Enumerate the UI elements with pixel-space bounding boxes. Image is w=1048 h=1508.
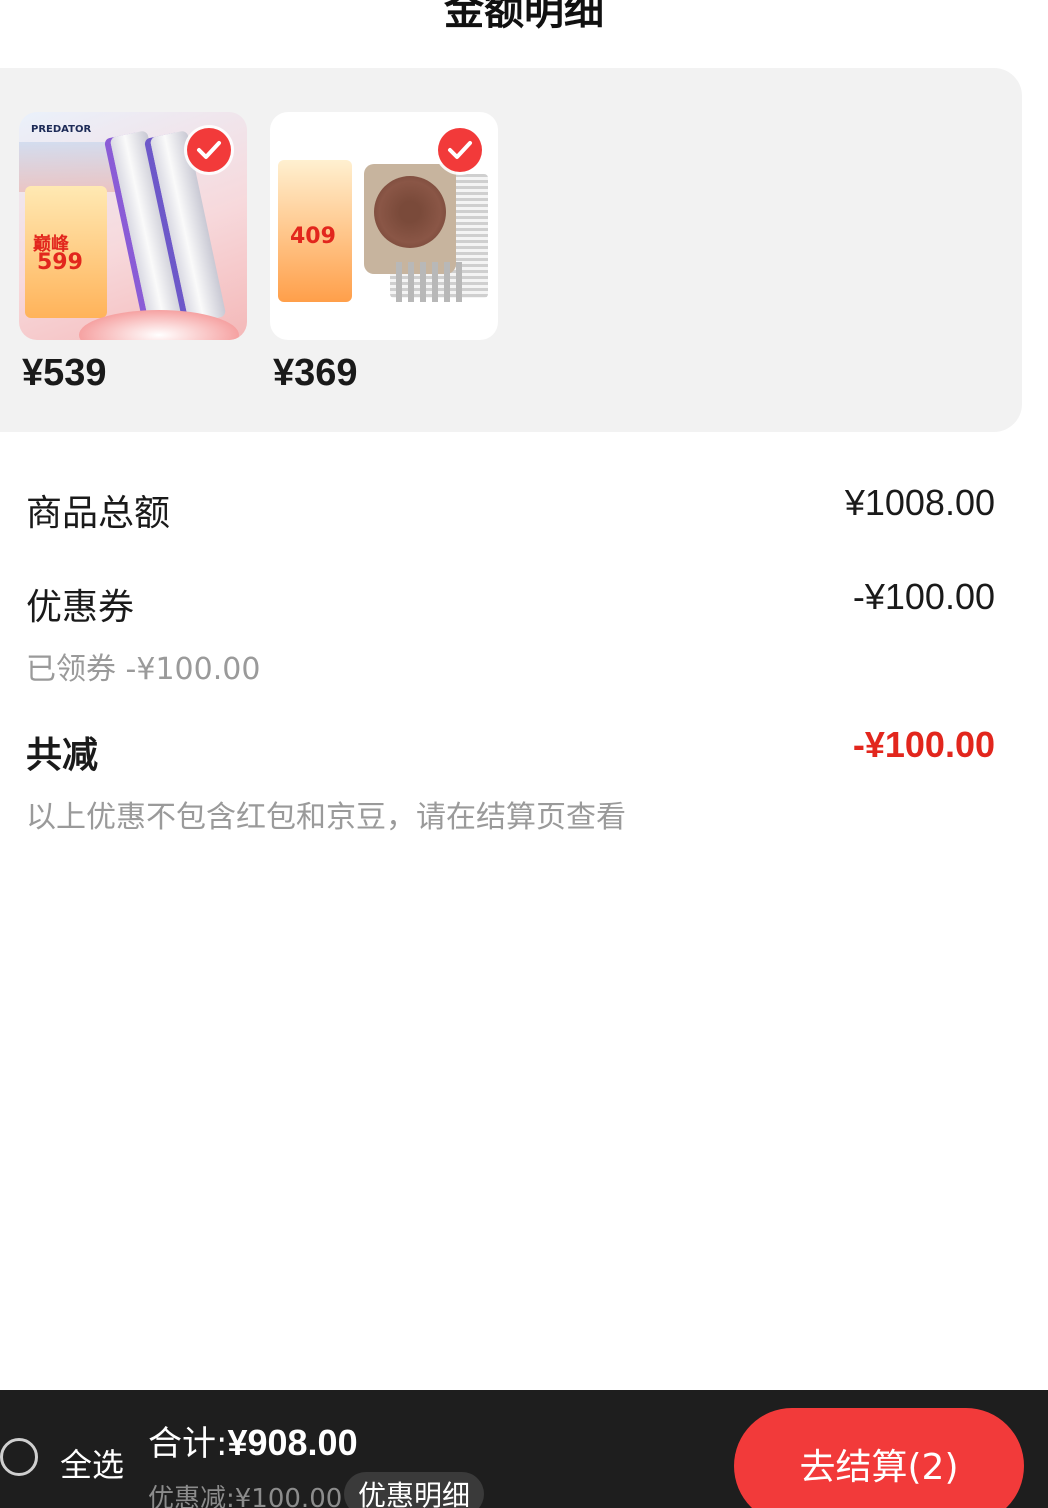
discount-text: 优惠减:¥100.00 [148, 1484, 343, 1508]
amount-detail-sheet: 金额明细 PREDATOR 巅峰 599 ¥539 409 ¥369 商品总额 … [0, 0, 1048, 1508]
subtotal-row: 商品总额 ¥1008.00 [26, 482, 995, 534]
heat-pipes [396, 262, 466, 302]
checkout-bar: 全选 合计:¥908.00 优惠减:¥100.00 优惠明细 去结算(2) [0, 1390, 1048, 1508]
total-amount: ¥908.00 [227, 1422, 358, 1463]
discount-detail-button[interactable]: 优惠明细 [344, 1472, 484, 1508]
discount-disclaimer: 以上优惠不包含红包和京豆，请在结算页查看 [26, 800, 626, 835]
product-card-cooler[interactable]: 409 ¥369 [270, 112, 498, 395]
fan-icon [374, 176, 446, 248]
product-image-cooler[interactable]: 409 [270, 112, 498, 340]
promo-price: 409 [290, 224, 336, 249]
total-reduce-value: -¥100.00 [852, 724, 995, 765]
product-price: ¥369 [273, 352, 358, 394]
product-image-ram[interactable]: PREDATOR 巅峰 599 [19, 112, 247, 340]
coupon-label: 优惠券 [26, 587, 135, 628]
selected-check-icon[interactable] [187, 128, 231, 172]
coupon-note: 已领券 -¥100.00 [26, 652, 261, 687]
select-all-radio[interactable] [0, 1438, 38, 1476]
total-reduce-label: 共减 [26, 735, 99, 776]
promo-price: 599 [37, 250, 83, 275]
coupon-row: 优惠券 -¥100.00 [26, 576, 995, 628]
total-prefix: 合计: [148, 1424, 228, 1464]
brand-logo: PREDATOR [31, 124, 92, 135]
checkout-button[interactable]: 去结算(2) [734, 1408, 1024, 1508]
subtotal-label: 商品总额 [26, 493, 171, 534]
selected-check-icon[interactable] [438, 128, 482, 172]
product-price: ¥539 [22, 352, 107, 394]
selected-products-panel: PREDATOR 巅峰 599 ¥539 409 ¥369 [0, 68, 1022, 432]
select-all-label[interactable]: 全选 [60, 1440, 124, 1486]
sheet-title: 金额明细 [444, 0, 604, 34]
total-reduce-row: 共减 -¥100.00 [26, 724, 995, 776]
total-line: 合计:¥908.00 [148, 1416, 358, 1465]
subtotal-value: ¥1008.00 [844, 482, 995, 523]
product-card-ram[interactable]: PREDATOR 巅峰 599 ¥539 [19, 112, 247, 395]
coupon-value: -¥100.00 [852, 576, 995, 617]
